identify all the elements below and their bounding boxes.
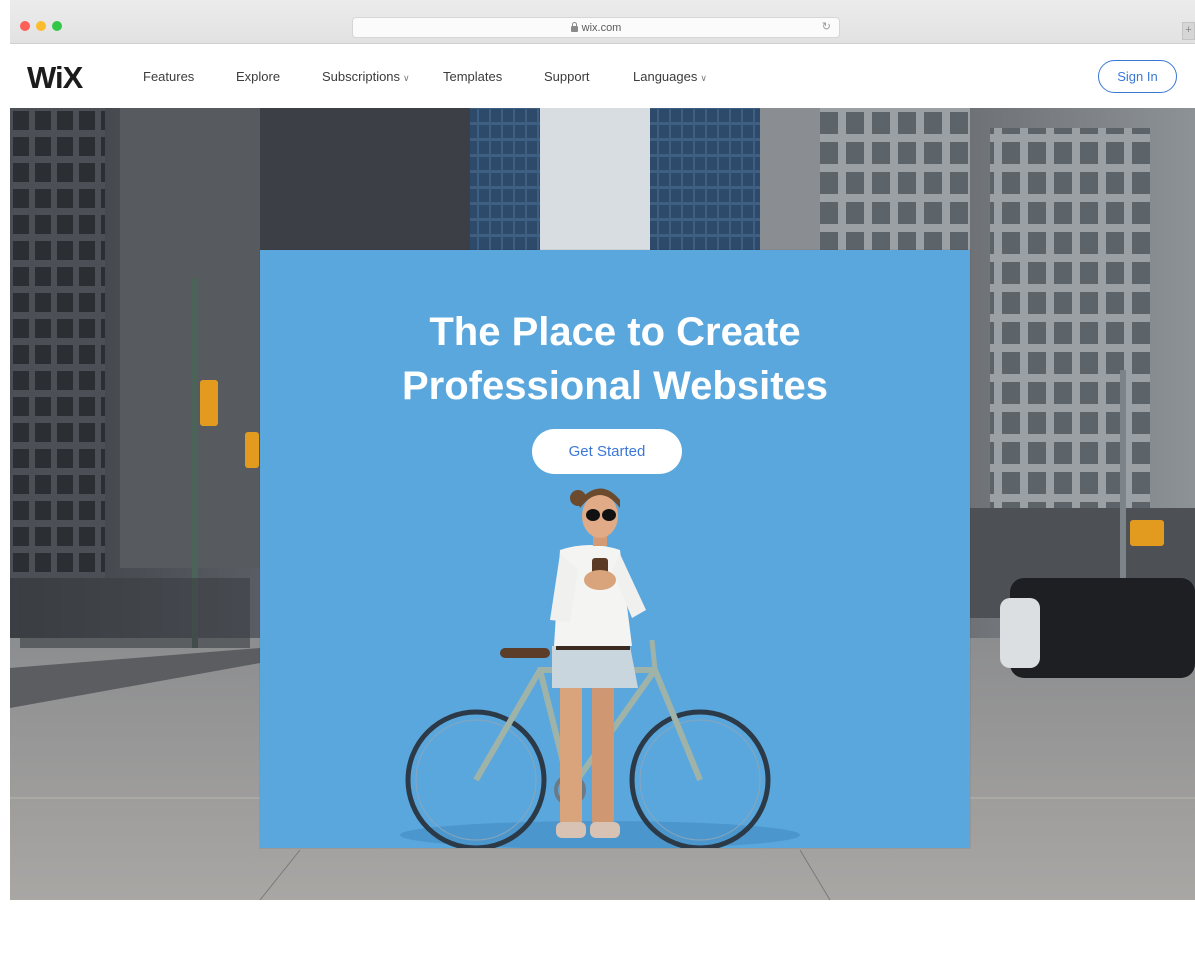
nav-item-support[interactable]: Support (544, 69, 590, 84)
nav-item-templates[interactable]: Templates (443, 69, 502, 84)
nav-item-label: Features (143, 69, 195, 84)
window-controls (20, 21, 62, 31)
hero-headline-line-2: Professional Websites (401, 364, 829, 408)
chevron-down-icon: ∨ (700, 73, 707, 83)
hero-headline-line-1: The Place to Create (429, 310, 801, 354)
wix-logo[interactable]: WiX (27, 60, 83, 96)
nav-item-label: Support (544, 69, 590, 84)
nav-item-label: Templates (443, 69, 503, 84)
chevron-down-icon: ∨ (403, 73, 410, 83)
browser-toolbar: wix.com ↻ + (10, 0, 1195, 44)
browser-window: wix.com ↻ + WiX Features Explore Subscri… (10, 0, 1195, 958)
nav-item-subscriptions[interactable]: Subscriptions ∨ (322, 69, 410, 84)
hero-headline: The Place to Create Professional Website… (260, 305, 970, 413)
nav-item-label: Languages (633, 69, 698, 84)
site-header: WiX Features Explore Subscriptions ∨ Temp… (10, 44, 1195, 108)
reload-icon[interactable]: ↻ (822, 20, 831, 33)
nav-item-features[interactable]: Features (143, 69, 194, 84)
address-bar-url: wix.com (581, 21, 622, 34)
nav-item-label: Explore (236, 69, 281, 84)
nav-item-languages[interactable]: Languages ∨ (633, 69, 707, 84)
sign-in-button[interactable]: Sign In (1098, 60, 1177, 93)
minimize-window-button[interactable] (36, 21, 46, 31)
hero-section: The Place to Create Professional Website… (10, 108, 1195, 900)
nav-item-explore[interactable]: Explore (236, 69, 280, 84)
lock-icon (570, 21, 578, 32)
address-bar[interactable]: wix.com ↻ (352, 17, 840, 38)
new-tab-button[interactable]: + (1182, 22, 1195, 40)
nav-item-label: Subscriptions (322, 69, 401, 84)
get-started-button[interactable]: Get Started (532, 429, 682, 474)
zoom-window-button[interactable] (52, 21, 62, 31)
close-window-button[interactable] (20, 21, 30, 31)
hero-banner: The Place to Create Professional Website… (260, 250, 970, 848)
page-content-below-hero (10, 900, 1195, 958)
